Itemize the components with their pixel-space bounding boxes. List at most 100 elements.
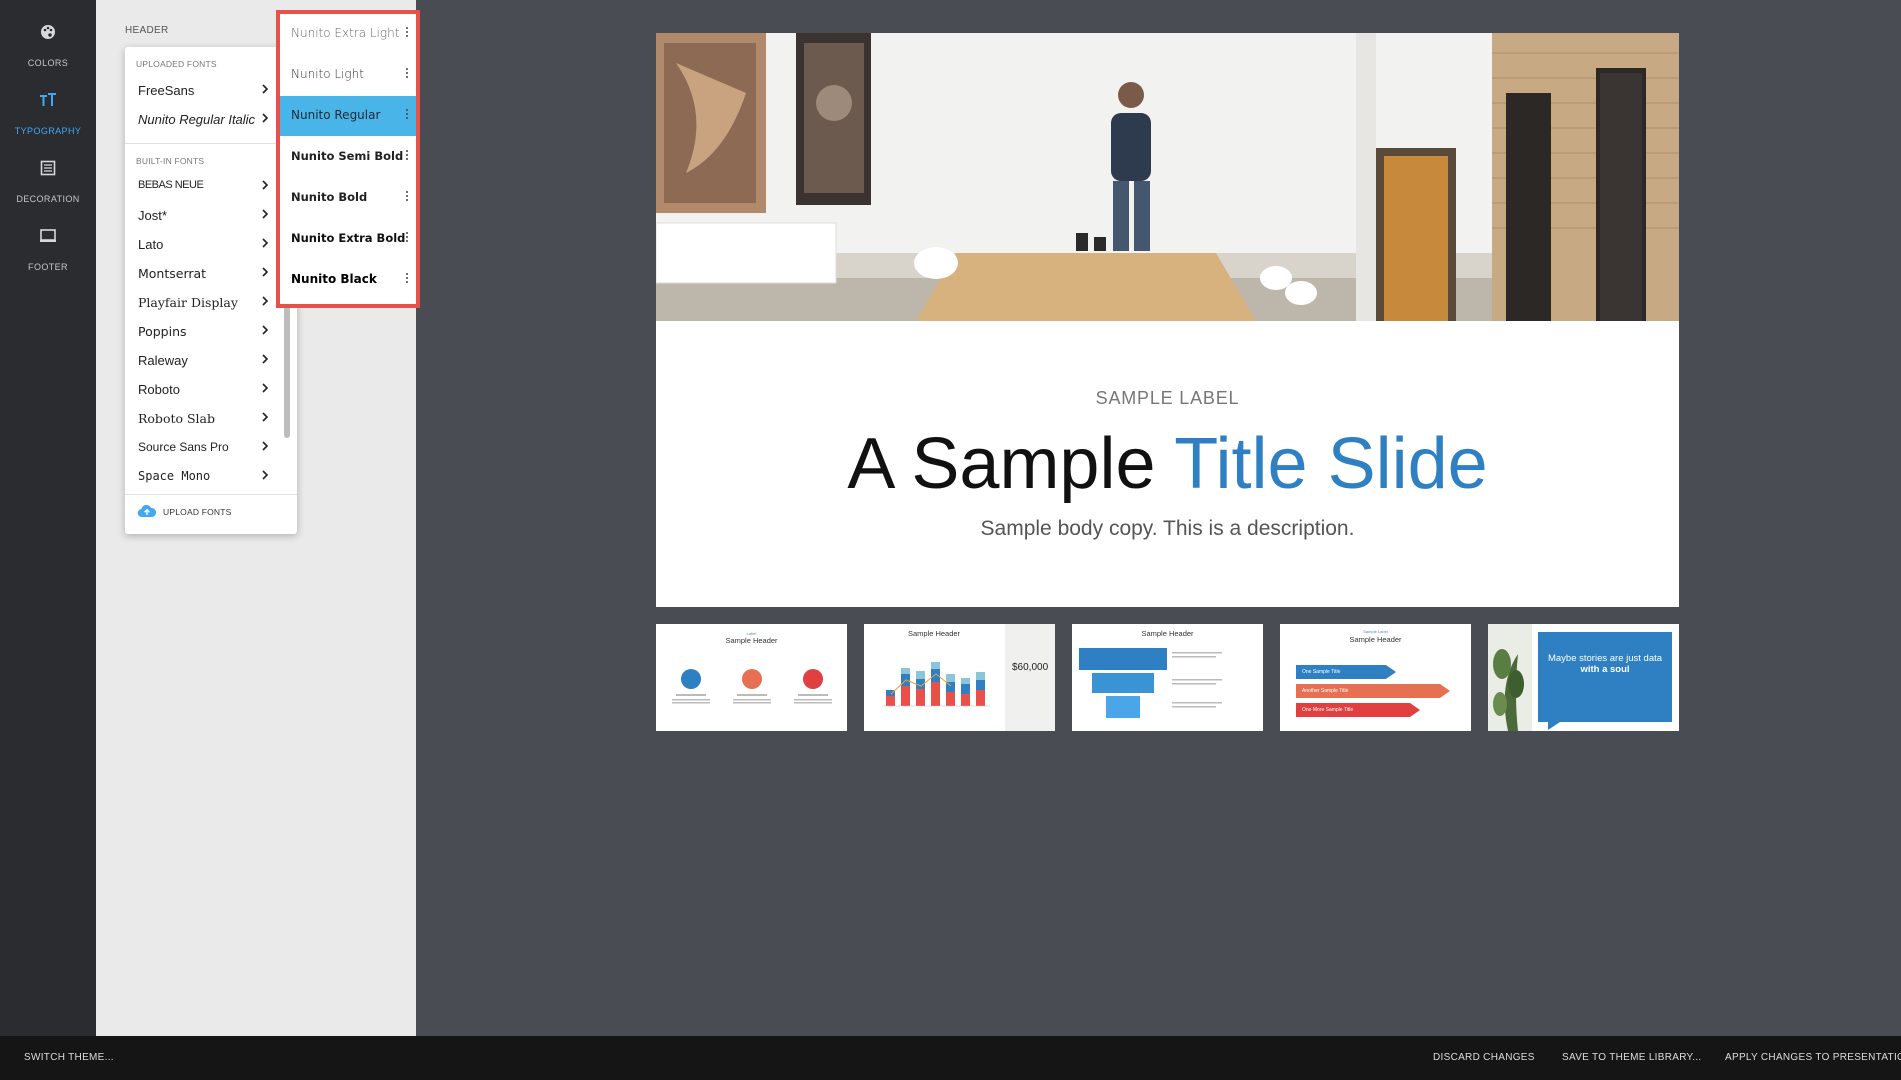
rail-item-colors[interactable]: COLORS [0, 18, 96, 82]
slide-title: A Sample Title Slide [656, 423, 1679, 505]
weight-item-semi-bold[interactable]: Nunito Semi Bold [280, 137, 416, 177]
font-menu: UPLOADED FONTS FreeSans Nunito Regular I… [125, 47, 297, 534]
rail-label-colors: COLORS [27, 58, 69, 68]
font-name: Space Mono [138, 469, 211, 483]
layout-thumbnail-4[interactable]: Sample Label Sample Header One Sample Ti… [1280, 624, 1471, 731]
layout-thumbnail-1[interactable]: Label Sample Header [656, 624, 847, 731]
font-name: Montserrat [138, 266, 207, 281]
rail-item-footer[interactable]: FOOTER [0, 222, 96, 286]
slide-preview[interactable]: SAMPLE LABEL A Sample Title Slide Sample… [656, 33, 1679, 607]
font-item-roboto-slab[interactable]: Roboto Slab [125, 406, 297, 432]
font-item-jost[interactable]: Jost* [125, 203, 297, 229]
palette-icon [0, 24, 96, 52]
cloud-upload-icon [137, 504, 157, 523]
three-icons-graphic [672, 669, 832, 704]
apply-changes-button[interactable]: APPLY CHANGES TO PRESENTATION [1725, 1052, 1901, 1063]
font-name: Poppins [138, 324, 187, 339]
slide-photo [656, 33, 1679, 321]
builtin-fonts-heading: BUILT-IN FONTS [136, 156, 205, 166]
font-name: Nunito Regular Italic [138, 112, 256, 127]
font-item-source-sans-pro[interactable]: Source Sans Pro [125, 435, 297, 461]
quote-text: Maybe stories are just data [1547, 653, 1663, 664]
save-to-theme-library-button[interactable]: SAVE TO THEME LIBRARY... [1562, 1052, 1701, 1063]
weight-item-light[interactable]: Nunito Light [280, 55, 416, 95]
weight-name: Nunito Black [291, 272, 377, 286]
arrow-list-graphic [1296, 665, 1450, 717]
switch-theme-button[interactable]: SWITCH THEME... [24, 1052, 114, 1063]
quote-bold: with a soul [1580, 664, 1630, 675]
more-options-icon[interactable] [406, 150, 410, 162]
font-name: Lato [138, 237, 164, 252]
upload-fonts-button[interactable]: UPLOAD FONTS [125, 497, 297, 529]
quote-graphic [1488, 624, 1672, 731]
weight-name: Nunito Bold [291, 190, 368, 204]
chevron-right-icon [261, 468, 269, 487]
font-name: BEBAS NEUE [138, 179, 204, 191]
font-name: Jost* [138, 208, 167, 223]
layout-thumbnail-3[interactable]: Sample Header [1072, 624, 1263, 731]
decoration-icon [0, 160, 96, 188]
thumb-stat: $60,000 [1012, 662, 1049, 673]
font-item-raleway[interactable]: Raleway [125, 348, 297, 374]
font-name: Roboto Slab [138, 411, 216, 426]
chevron-right-icon [261, 178, 269, 197]
font-name: Playfair Display [138, 295, 238, 310]
more-options-icon[interactable] [406, 273, 410, 285]
weight-item-regular[interactable]: Nunito Regular [280, 96, 416, 136]
rail-label-decoration: DECORATION [16, 194, 80, 204]
stacked-bar-graphic [882, 624, 1055, 731]
chevron-right-icon [261, 82, 269, 101]
font-item-nunito-regular-italic[interactable]: Nunito Regular Italic [125, 107, 297, 133]
more-options-icon[interactable] [406, 232, 410, 244]
more-options-icon[interactable] [406, 191, 410, 203]
weight-item-bold[interactable]: Nunito Bold [280, 178, 416, 218]
chevron-right-icon [261, 323, 269, 342]
chevron-right-icon [261, 294, 269, 313]
chevron-right-icon [261, 111, 269, 130]
font-item-montserrat[interactable]: Montserrat [125, 261, 297, 287]
font-item-bebas-neue[interactable]: BEBAS NEUE [125, 174, 297, 200]
weight-name: Nunito Extra Light [291, 26, 400, 40]
weight-item-extra-light[interactable]: Nunito Extra Light [280, 14, 416, 54]
slide-title-plain: A Sample [847, 424, 1156, 504]
layout-thumbnail-2[interactable]: Sample Header $60,000 [864, 624, 1055, 731]
layout-thumbnail-5[interactable]: Maybe stories are just data with a soul [1488, 624, 1679, 731]
weight-name: Nunito Light [291, 67, 364, 81]
more-options-icon[interactable] [406, 27, 410, 39]
slide-body: Sample body copy. This is a description. [980, 517, 1355, 540]
arrow-item-3: One More Sample Title [1302, 707, 1354, 713]
funnel-graphic [1079, 648, 1222, 718]
chevron-right-icon [261, 236, 269, 255]
font-item-roboto[interactable]: Roboto [125, 377, 297, 403]
font-item-freesans[interactable]: FreeSans [125, 78, 297, 104]
more-options-icon[interactable] [406, 109, 410, 121]
rail-item-decoration[interactable]: DECORATION [0, 154, 96, 218]
arrow-item-1: One Sample Title [1302, 669, 1341, 675]
left-nav-rail: COLORS TYPOGRAPHY DECORATION FOOTER [0, 0, 96, 1036]
typography-icon [0, 92, 96, 120]
thumb-quote: Maybe stories are just data with a soul [1546, 653, 1664, 675]
weight-item-extra-bold[interactable]: Nunito Extra Bold [280, 219, 416, 259]
weight-name: Nunito Extra Bold [291, 231, 406, 245]
chevron-right-icon [261, 439, 269, 458]
font-name: FreeSans [138, 83, 195, 98]
discard-changes-button[interactable]: DISCARD CHANGES [1433, 1052, 1535, 1063]
font-name: Raleway [138, 353, 188, 368]
weight-item-black[interactable]: Nunito Black [280, 260, 416, 300]
weight-name: Nunito Semi Bold [291, 149, 404, 163]
font-name: Roboto [138, 382, 180, 397]
menu-divider [125, 143, 297, 144]
rail-item-typography[interactable]: TYPOGRAPHY [0, 86, 96, 150]
font-item-lato[interactable]: Lato [125, 232, 297, 258]
panel-title: HEADER [125, 25, 169, 36]
slide-label: SAMPLE LABEL [1095, 388, 1240, 408]
font-item-space-mono[interactable]: Space Mono [125, 464, 297, 490]
rail-label-footer: FOOTER [28, 262, 68, 272]
slide-title-accent: Title Slide [1174, 424, 1488, 504]
more-options-icon[interactable] [406, 68, 410, 80]
bottom-toolbar: SWITCH THEME... DISCARD CHANGES SAVE TO … [0, 1036, 1901, 1080]
font-weight-submenu: Nunito Extra Light Nunito Light Nunito R… [276, 10, 420, 308]
menu-divider [125, 494, 297, 495]
font-item-playfair-display[interactable]: Playfair Display [125, 290, 297, 316]
font-item-poppins[interactable]: Poppins [125, 319, 297, 345]
